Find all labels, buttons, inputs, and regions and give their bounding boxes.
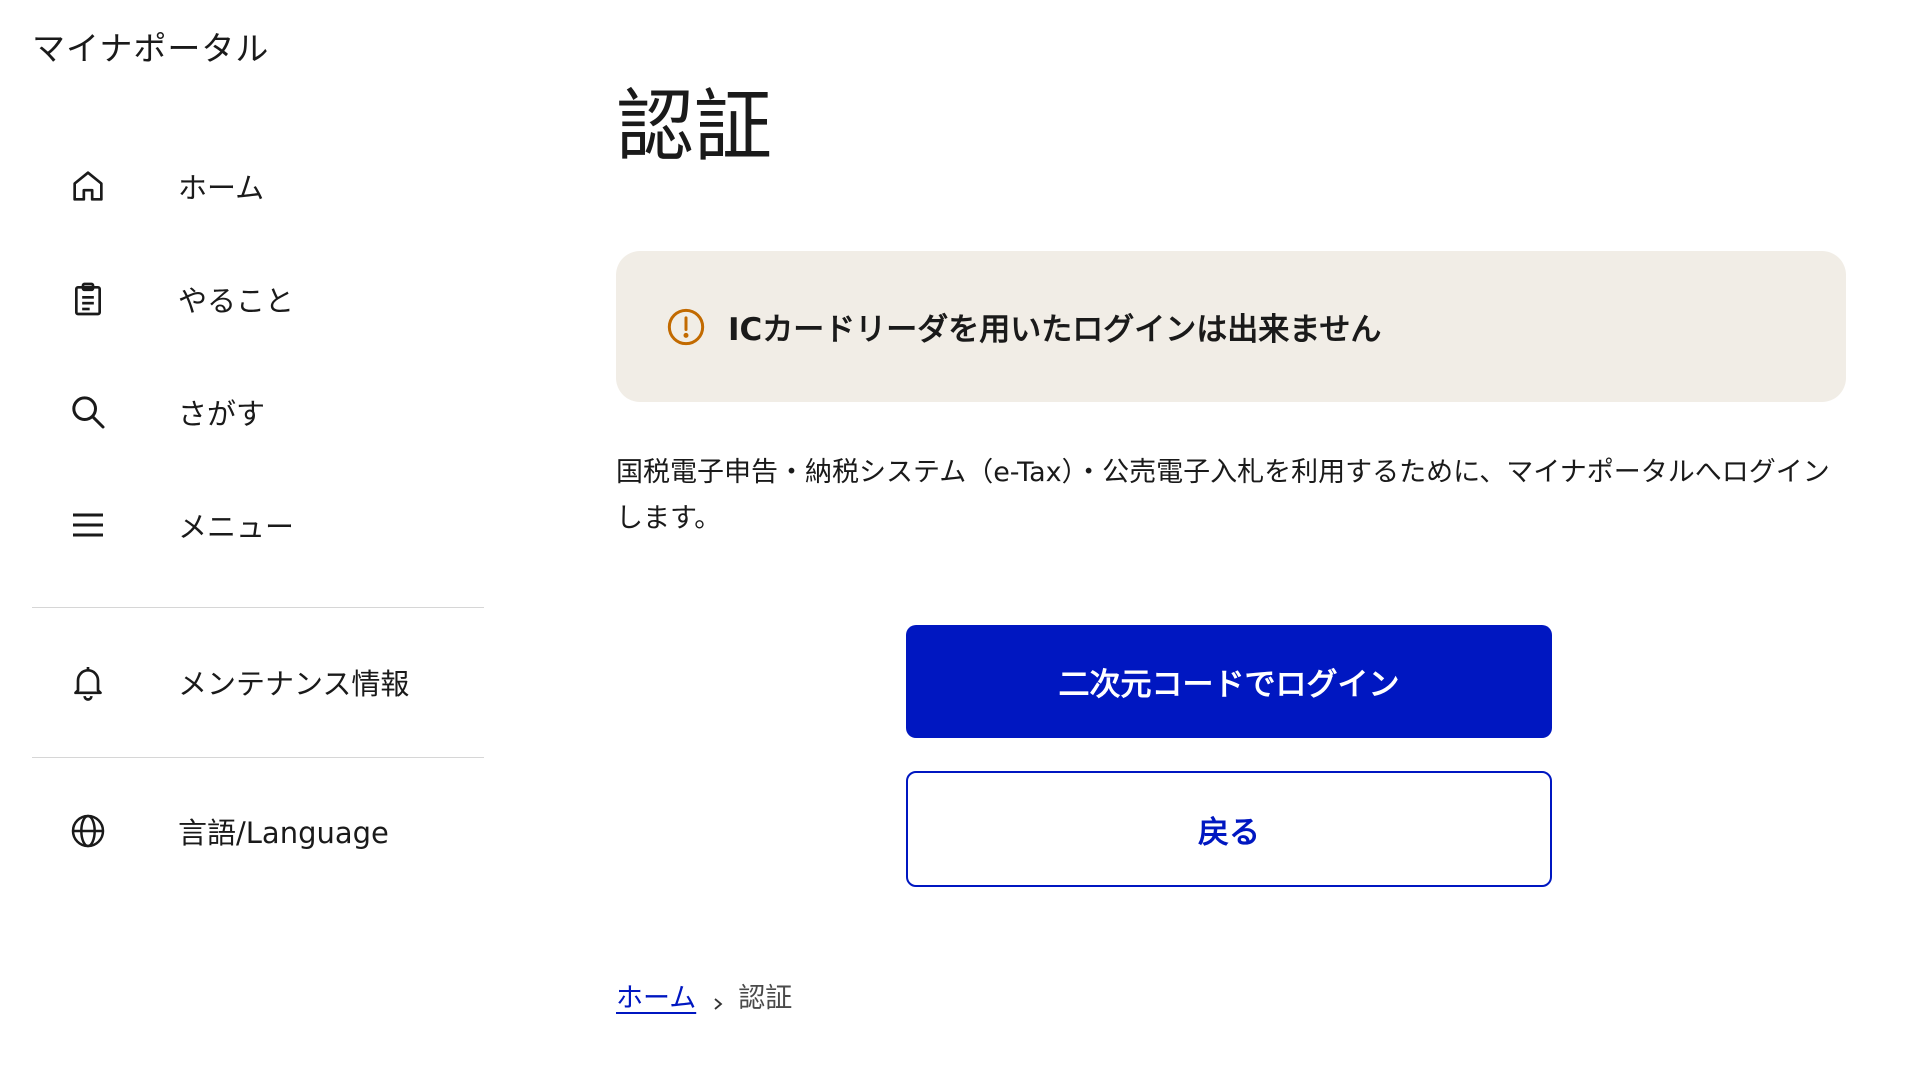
sidebar-item-language[interactable]: 言語/Language [32, 791, 484, 871]
warning-circle-icon [666, 307, 706, 347]
page-title: 認証 [616, 82, 773, 172]
sidebar: マイナポータル ホーム やること さがす メニュー メンテナンス情報 言語/La… [0, 0, 490, 1066]
breadcrumb-current: 認証 [738, 983, 793, 1014]
description-text: 国税電子申告・納税システム（e-Tax）・公売電子入札を利用するために、マイナポ… [616, 457, 1830, 534]
sidebar-item-label: メニュー [178, 510, 295, 544]
app-title[interactable]: マイナポータル [32, 22, 269, 70]
sidebar-item-label: さがす [178, 397, 266, 431]
chevron-right-icon [710, 988, 726, 1010]
sidebar-item-search[interactable]: さがす [32, 372, 484, 452]
globe-icon [66, 809, 110, 853]
sidebar-item-label: 言語/Language [178, 816, 389, 850]
sidebar-divider [32, 607, 484, 608]
sidebar-item-todo[interactable]: やること [32, 259, 484, 339]
sidebar-item-home[interactable]: ホーム [32, 146, 484, 226]
sidebar-item-label: ホーム [178, 171, 265, 205]
back-button[interactable]: 戻る [906, 771, 1552, 887]
sidebar-item-maintenance[interactable]: メンテナンス情報 [32, 642, 484, 722]
sidebar-item-label: やること [178, 284, 295, 318]
search-icon [66, 390, 110, 434]
home-icon [66, 164, 110, 208]
sidebar-divider [32, 757, 484, 758]
breadcrumb-home-link[interactable]: ホーム [616, 976, 696, 1015]
menu-icon [66, 503, 110, 547]
sidebar-item-label: メンテナンス情報 [178, 667, 410, 701]
sidebar-item-menu[interactable]: メニュー [32, 485, 484, 565]
bell-icon [66, 660, 110, 704]
notice-banner: ICカードリーダを用いたログインは出来ません [616, 251, 1846, 402]
qr-login-button[interactable]: 二次元コードでログイン [906, 625, 1552, 738]
clipboard-icon [66, 277, 110, 321]
notice-text: ICカードリーダを用いたログインは出来ません [728, 312, 1382, 348]
breadcrumb: ホーム 認証 [616, 976, 792, 1015]
